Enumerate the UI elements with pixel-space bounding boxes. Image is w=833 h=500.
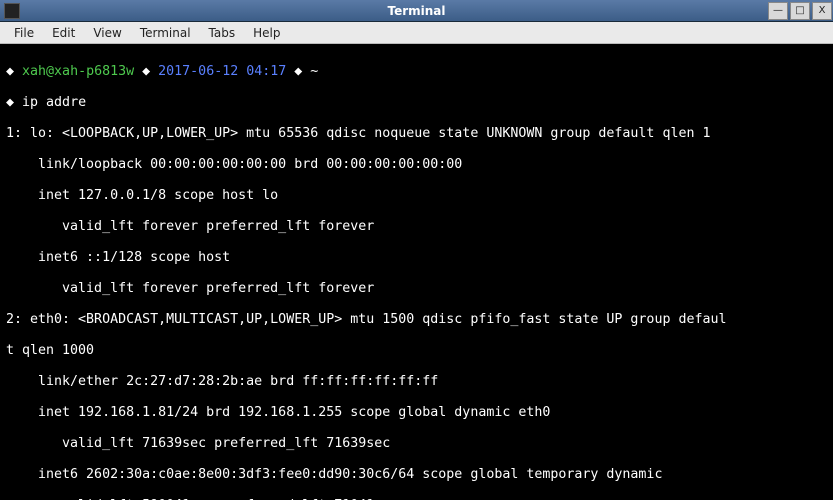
menu-terminal[interactable]: Terminal [132,24,199,42]
diamond-icon: ◆ [6,64,14,79]
output-line: link/ether 2c:27:d7:28:2b:ae brd ff:ff:f… [6,374,827,390]
diamond-icon: ◆ [142,64,150,79]
command-line: ◆ ip addre [6,95,827,111]
prompt-line-1: ◆ xah@xah-p6813w ◆ 2017-06-12 04:17 ◆ ~ [6,64,827,80]
menu-tabs[interactable]: Tabs [201,24,244,42]
menu-file[interactable]: File [6,24,42,42]
output-line: valid_lft 71639sec preferred_lft 71639se… [6,436,827,452]
prompt-cwd: ~ [310,64,318,79]
window-titlebar: Terminal — □ X [0,0,833,22]
output-line: inet 192.168.1.81/24 brd 192.168.1.255 s… [6,405,827,421]
diamond-icon: ◆ [6,95,14,110]
output-line: 2: eth0: <BROADCAST,MULTICAST,UP,LOWER_U… [6,312,827,328]
close-button[interactable]: X [812,2,832,20]
output-line: inet 127.0.0.1/8 scope host lo [6,188,827,204]
output-line: inet6 ::1/128 scope host [6,250,827,266]
maximize-button[interactable]: □ [790,2,810,20]
output-line: valid_lft forever preferred_lft forever [6,219,827,235]
output-line: 1: lo: <LOOPBACK,UP,LOWER_UP> mtu 65536 … [6,126,827,142]
output-line: link/loopback 00:00:00:00:00:00 brd 00:0… [6,157,827,173]
output-line: valid_lft forever preferred_lft forever [6,281,827,297]
window-title: Terminal [0,4,833,18]
menubar: File Edit View Terminal Tabs Help [0,22,833,44]
prompt-user-host: xah@xah-p6813w [22,64,134,79]
minimize-button[interactable]: — [768,2,788,20]
window-controls: — □ X [767,0,833,22]
terminal-output[interactable]: ◆ xah@xah-p6813w ◆ 2017-06-12 04:17 ◆ ~ … [0,44,833,500]
diamond-icon: ◆ [294,64,302,79]
output-line: inet6 2602:30a:c0ae:8e00:3df3:fee0:dd90:… [6,467,827,483]
menu-edit[interactable]: Edit [44,24,83,42]
app-icon [4,3,20,19]
typed-command: ip addre [22,95,86,110]
output-line: t qlen 1000 [6,343,827,359]
menu-help[interactable]: Help [245,24,288,42]
prompt-timestamp: 2017-06-12 04:17 [158,64,286,79]
menu-view[interactable]: View [85,24,129,42]
